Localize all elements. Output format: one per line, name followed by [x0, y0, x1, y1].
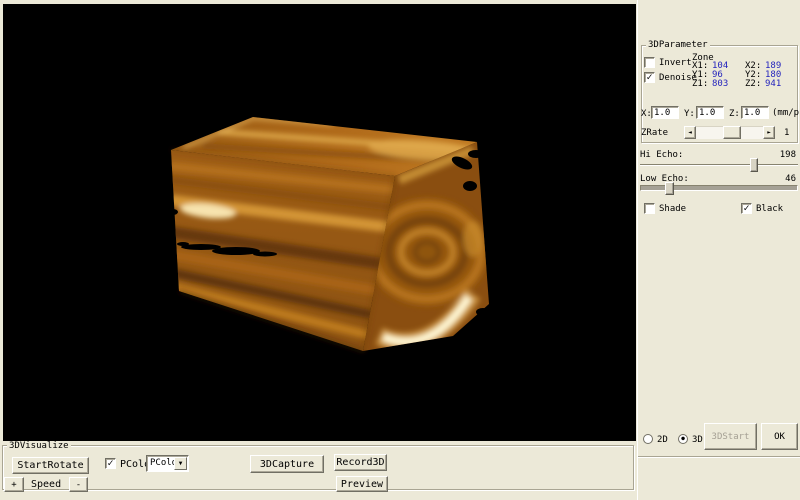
zone-z2-label: Z2: — [745, 80, 765, 89]
application-window: { "icons": { "check": "✓", "radio_dot": … — [0, 0, 800, 500]
scroll-left-icon: ◄ — [688, 129, 692, 136]
mode-3d-label: 3D — [692, 435, 703, 445]
z-scale-input[interactable] — [741, 106, 769, 119]
parameter-groupbox-title: 3DParameter — [646, 40, 710, 50]
pcolor-checkbox[interactable]: ✓ — [105, 458, 116, 469]
black-checkbox[interactable]: ✓ — [741, 203, 752, 214]
zone-z1-value: 803 — [712, 80, 745, 89]
preview-button[interactable]: Preview — [336, 476, 388, 492]
low-echo-slider[interactable] — [640, 181, 798, 195]
hi-echo-slider[interactable] — [640, 158, 798, 172]
preview-button-label: Preview — [341, 479, 383, 490]
plus-icon: + — [11, 480, 16, 490]
hi-echo-thumb[interactable] — [750, 158, 758, 172]
zrate-value: 1 — [784, 128, 789, 138]
mode-2d-radio[interactable] — [643, 434, 653, 444]
mode-3d-radio[interactable]: ● — [678, 434, 688, 444]
black-label: Black — [756, 204, 783, 214]
zrate-label: ZRate — [641, 128, 668, 138]
speed-minus-button[interactable]: - — [69, 477, 88, 492]
hi-echo-track[interactable] — [640, 164, 798, 166]
pcolor-dropdown-button[interactable]: ▼ — [174, 457, 187, 470]
zrate-scrollbar[interactable]: ◄ ► — [684, 126, 775, 139]
zrate-scrollbar-thumb[interactable] — [723, 126, 741, 139]
ok-button[interactable]: OK — [761, 423, 798, 450]
invert-checkbox[interactable] — [644, 57, 655, 68]
pcolor-dropdown[interactable]: PColor ▼ — [146, 455, 189, 472]
start-3d-button[interactable]: 3DStart — [704, 423, 757, 450]
speed-plus-button[interactable]: + — [4, 477, 24, 492]
panel-separator — [638, 456, 800, 458]
scroll-left-button[interactable]: ◄ — [684, 126, 696, 139]
capture-3d-button-label: 3DCapture — [260, 459, 314, 470]
invert-label: Invert — [659, 58, 692, 68]
scale-unit-label: (mm/p) — [772, 108, 800, 118]
zone-values: X1: 104 X2: 189 Y1: 96 Y2: 180 Z1: 803 Z… — [692, 62, 793, 89]
speed-label: Speed — [31, 479, 61, 490]
record-3d-button-label: Record3D — [336, 457, 384, 468]
shade-checkbox[interactable] — [644, 203, 655, 214]
render-viewport[interactable] — [3, 4, 636, 441]
record-3d-button[interactable]: Record3D — [334, 454, 387, 471]
check-icon: ✓ — [646, 72, 652, 83]
low-echo-thumb[interactable] — [665, 182, 674, 195]
visualize-groupbox-title: 3DVisualize — [7, 441, 71, 451]
mode-2d-label: 2D — [657, 435, 668, 445]
start-rotate-button[interactable]: StartRotate — [12, 457, 89, 474]
check-icon: ✓ — [107, 458, 113, 469]
radio-dot-icon: ● — [679, 435, 687, 443]
shade-label: Shade — [659, 204, 686, 214]
denoise-checkbox[interactable]: ✓ — [644, 72, 655, 83]
zone-z1-label: Z1: — [692, 80, 712, 89]
low-echo-track[interactable] — [640, 185, 798, 191]
scroll-right-icon: ► — [767, 129, 771, 136]
capture-3d-button[interactable]: 3DCapture — [250, 455, 324, 473]
zone-row-z: Z1: 803 Z2: 941 — [692, 80, 793, 89]
ok-button-label: OK — [774, 432, 785, 442]
start-3d-button-label: 3DStart — [712, 432, 750, 442]
check-icon: ✓ — [743, 203, 749, 214]
chevron-down-icon: ▼ — [179, 460, 183, 467]
y-scale-label: Y: — [684, 109, 695, 119]
x-scale-input[interactable] — [651, 106, 679, 119]
z-scale-label: Z: — [729, 109, 740, 119]
visualize-panel: 3DVisualize StartRotate + Speed - ✓ PCol… — [0, 441, 637, 500]
minus-icon: - — [76, 480, 81, 490]
y-scale-input[interactable] — [696, 106, 724, 119]
volume-render — [3, 4, 636, 441]
parameter-panel: 3DParameter Invert ✓ Denoise Zone X1: 10… — [637, 0, 800, 500]
scroll-right-button[interactable]: ► — [763, 126, 775, 139]
start-rotate-button-label: StartRotate — [17, 460, 83, 471]
zone-z2-value: 941 — [765, 80, 793, 89]
